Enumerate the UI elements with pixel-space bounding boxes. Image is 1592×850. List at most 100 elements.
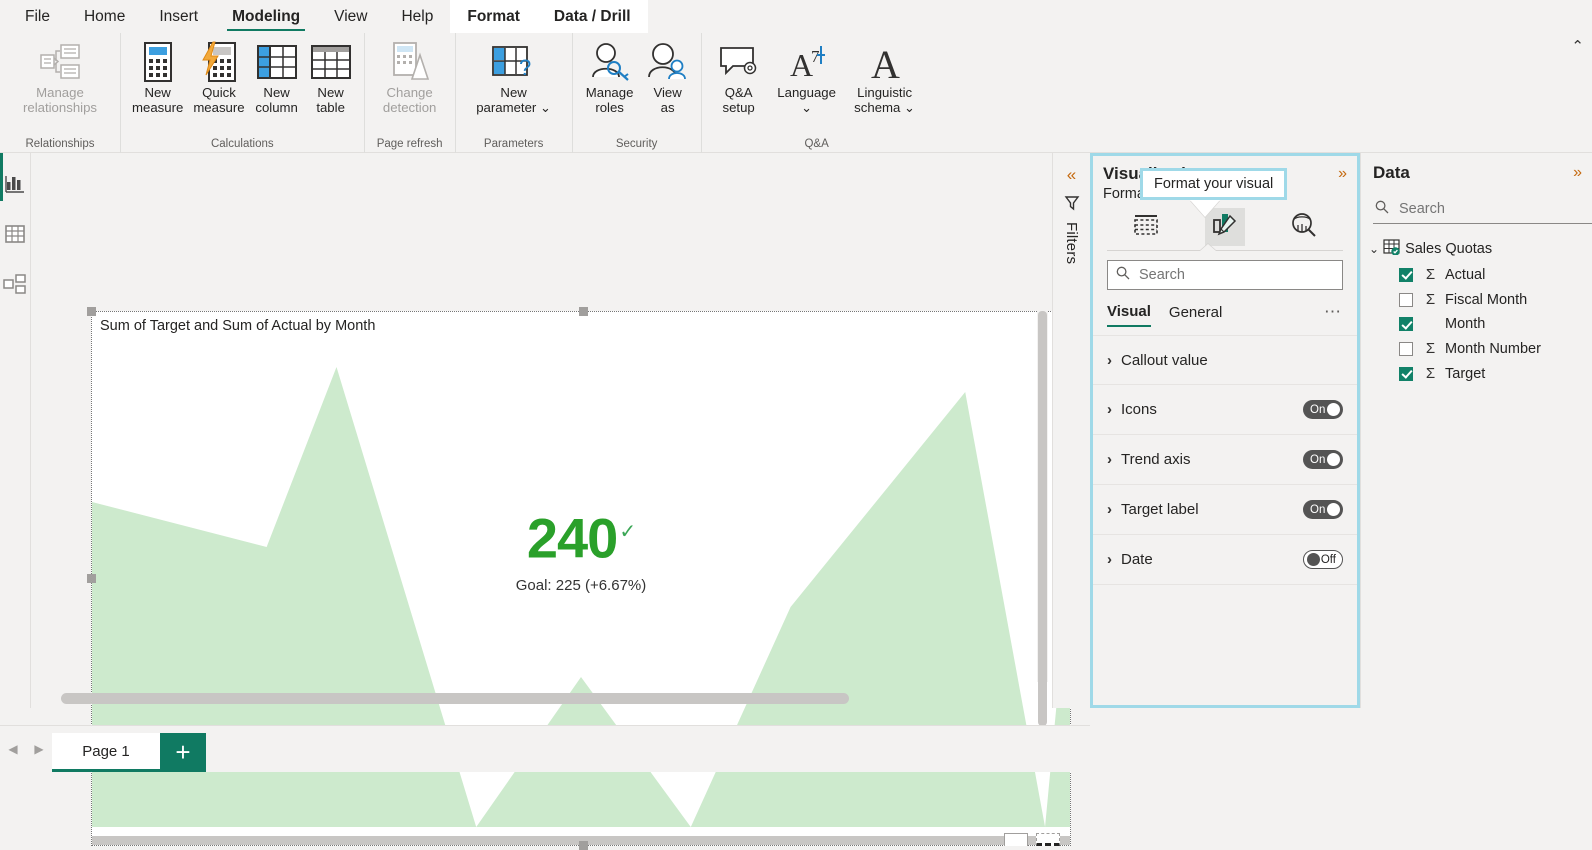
ribbon-collapse-button[interactable]: ⌃: [1571, 37, 1584, 55]
report-canvas[interactable]: Sum of Target and Sum of Actual by Month…: [31, 153, 1071, 850]
viz-pane-expand-icon[interactable]: »: [1338, 165, 1347, 183]
ribbon-item-label: Language ⌄: [777, 85, 836, 115]
field-checkbox[interactable]: [1399, 366, 1413, 381]
ribbon-tab-modeling[interactable]: Modeling: [215, 0, 317, 33]
data-pane-expand-icon[interactable]: »: [1573, 164, 1582, 182]
data-pane-header: Data »: [1361, 153, 1592, 185]
format-section-callout-value[interactable]: › Callout value: [1093, 335, 1357, 385]
ribbon-item-label: New column: [255, 85, 298, 115]
sidebar-item-report-view[interactable]: [0, 161, 31, 211]
viz-pane-tabs: [1093, 202, 1357, 250]
field-month[interactable]: Month: [1369, 312, 1592, 336]
ribbon-tab-view[interactable]: View: [317, 0, 384, 33]
data-search-input[interactable]: [1397, 200, 1547, 218]
quick-measure-icon: [201, 39, 237, 85]
tooltip-tail: [1190, 200, 1220, 217]
ribbon-tab-format[interactable]: Format: [450, 0, 537, 33]
new-table-button[interactable]: New table: [304, 37, 358, 117]
field-checkbox[interactable]: [1399, 317, 1413, 331]
manage-roles-button[interactable]: Manage roles: [579, 37, 641, 117]
new-parameter-button[interactable]: ? New parameter ⌄: [462, 37, 566, 117]
field-target[interactable]: Σ Target: [1369, 361, 1592, 386]
more-options-icon[interactable]: ⋯: [1324, 302, 1343, 327]
focus-mode-icon[interactable]: [1004, 833, 1028, 846]
prev-page-button[interactable]: ◀: [0, 726, 26, 772]
new-column-button[interactable]: New column: [250, 37, 304, 117]
view-as-button[interactable]: View as: [641, 37, 695, 117]
field-month-number[interactable]: Σ Month Number: [1369, 336, 1592, 361]
canvas-horizontal-scrollbar[interactable]: [61, 693, 1042, 704]
selected-view-indicator: [0, 153, 3, 201]
format-section-date[interactable]: › Date Off: [1093, 535, 1357, 585]
tab-visual[interactable]: Visual: [1107, 303, 1151, 327]
filters-pane-collapsed[interactable]: « Filters: [1052, 153, 1090, 708]
ribbon-tab-label: Format: [467, 7, 520, 25]
resize-handle-bottom[interactable]: [579, 841, 588, 850]
scrollbar-thumb[interactable]: [1038, 311, 1047, 726]
linguistic-schema-button[interactable]: A Linguistic schema ⌄: [844, 37, 926, 117]
analytics-tab[interactable]: [1284, 208, 1324, 246]
page-tab-page-1[interactable]: Page 1: [52, 733, 160, 772]
language-button[interactable]: A 7 Language ⌄: [770, 37, 844, 117]
ribbon-tab-home[interactable]: Home: [67, 0, 142, 33]
tab-general[interactable]: General: [1169, 304, 1222, 326]
date-toggle[interactable]: Off: [1303, 550, 1343, 569]
new-measure-button[interactable]: New measure: [127, 37, 188, 117]
resize-handle-top-left[interactable]: [87, 307, 96, 316]
filters-expand-chevron-icon[interactable]: «: [1067, 165, 1076, 185]
field-label: Actual: [1445, 266, 1486, 283]
data-search-box[interactable]: [1373, 195, 1592, 224]
sidebar-item-data-view[interactable]: [0, 211, 31, 261]
sigma-aggregate-icon: Σ: [1425, 365, 1436, 382]
ribbon-item-label: Manage relationships: [22, 85, 98, 115]
resize-handle-left[interactable]: [87, 574, 96, 583]
sidebar-item-model-view[interactable]: [0, 261, 31, 311]
format-section-trend-axis[interactable]: › Trend axis On: [1093, 435, 1357, 485]
format-section-icons[interactable]: › Icons On: [1093, 385, 1357, 435]
target-label-toggle[interactable]: On: [1303, 500, 1343, 519]
format-section-target-label[interactable]: › Target label On: [1093, 485, 1357, 535]
ribbon-tab-data-drill[interactable]: Data / Drill: [536, 0, 648, 33]
search-icon: [1375, 200, 1389, 219]
viz-search-box[interactable]: [1107, 260, 1343, 290]
data-pane: Data » ⌄: [1360, 153, 1592, 708]
ribbon-item-label: Linguistic schema ⌄: [854, 85, 916, 115]
table-node-sales-quotas[interactable]: ⌄ Sales Quotas: [1369, 236, 1592, 262]
ribbon-tab-bar: File Home Insert Modeling View Help Form…: [0, 0, 1592, 33]
table-name: Sales Quotas: [1405, 241, 1493, 257]
qa-setup-button[interactable]: Q&A setup: [708, 37, 770, 117]
field-checkbox[interactable]: [1399, 267, 1413, 282]
more-options-icon[interactable]: [1036, 833, 1060, 846]
field-checkbox[interactable]: [1399, 292, 1413, 307]
next-page-button[interactable]: ▶: [26, 726, 52, 772]
model-view-icon: [3, 273, 27, 299]
build-visual-icon: [1133, 214, 1159, 241]
language-icon: A 7: [785, 39, 829, 85]
svg-text:7: 7: [811, 47, 820, 66]
new-column-icon: [256, 39, 298, 85]
add-page-button[interactable]: +: [160, 733, 206, 772]
chevron-down-icon[interactable]: ⌄: [1369, 242, 1379, 256]
viz-search-input[interactable]: [1137, 266, 1334, 284]
canvas-vertical-scrollbar[interactable]: [1037, 311, 1048, 726]
ribbon-tab-file[interactable]: File: [8, 0, 67, 33]
quick-measure-button[interactable]: Quick measure: [188, 37, 249, 117]
resize-handle-top[interactable]: [579, 307, 588, 316]
build-visual-tab[interactable]: [1126, 208, 1166, 246]
scrollbar-thumb[interactable]: [61, 693, 849, 704]
trend-axis-toggle[interactable]: On: [1303, 450, 1343, 469]
ribbon-tab-help[interactable]: Help: [384, 0, 450, 33]
field-fiscal-month[interactable]: Σ Fiscal Month: [1369, 287, 1592, 312]
format-sections-list: › Callout value › Icons On › Trend axis …: [1093, 335, 1357, 585]
field-actual[interactable]: Σ Actual: [1369, 262, 1592, 287]
format-section-label: Callout value: [1121, 351, 1208, 369]
format-section-label: Target label: [1121, 501, 1199, 518]
ribbon-tab-label: Insert: [159, 7, 199, 25]
field-checkbox[interactable]: [1399, 341, 1413, 356]
toggle-knob: [1327, 503, 1340, 516]
change-detection-button[interactable]: Change detection: [371, 37, 449, 117]
ribbon-tab-insert[interactable]: Insert: [142, 0, 215, 33]
table-view-icon: [4, 224, 26, 249]
manage-relationships-button[interactable]: Manage relationships: [6, 37, 114, 117]
icons-toggle[interactable]: On: [1303, 400, 1343, 419]
